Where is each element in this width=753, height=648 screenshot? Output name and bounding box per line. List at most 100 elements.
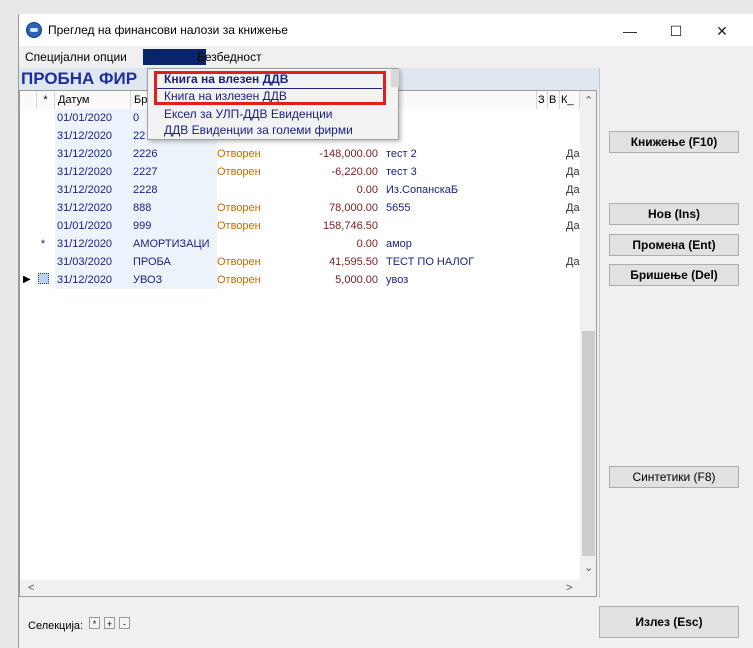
row-status: Отворен: [217, 274, 261, 286]
select-minus-button[interactable]: -: [119, 617, 130, 629]
scroll-left-arrow-icon[interactable]: <: [28, 582, 34, 594]
title-bar: Преглед на финансови налози за книжење —…: [19, 14, 753, 46]
row-date: 31/12/2020: [55, 163, 133, 181]
row-date: 31/12/2020: [55, 235, 133, 253]
company-name: ПРОБНА ФИР: [21, 69, 138, 88]
scroll-up-arrow-icon[interactable]: ⌃: [584, 94, 593, 107]
exit-button[interactable]: Излез (Esc): [599, 606, 739, 638]
row-date: 31/12/2020: [55, 127, 133, 145]
row-date: 01/01/2020: [55, 217, 133, 235]
row-description: [384, 109, 536, 127]
new-button[interactable]: Нов (Ins): [609, 203, 739, 225]
current-row-arrow-icon: ▶: [23, 274, 31, 285]
table-row[interactable]: 31/12/2020 888 Отворен 78,000.00 5655 Да: [20, 199, 580, 217]
row-description: [384, 217, 536, 235]
row-amount: -148,000.00: [319, 148, 378, 160]
window-title: Преглед на финансови налози за книжење: [48, 23, 288, 37]
row-amount: 41,595.50: [329, 256, 378, 268]
row-date: 31/12/2020: [55, 271, 133, 289]
row-mark: [37, 163, 49, 181]
select-all-button[interactable]: *: [89, 617, 100, 629]
table-row[interactable]: 31/03/2020 ПРОБА Отворен 41,595.50 ТЕСТ …: [20, 253, 580, 271]
row-mark: [37, 199, 49, 217]
table-row-current[interactable]: ▶ 31/12/2020 УВОЗ Отворен 5,000.00 увоз: [20, 271, 580, 289]
dropdown-scroll-tab: [391, 69, 399, 87]
row-description: тест 3: [386, 166, 417, 178]
row-amount: 0.00: [356, 184, 378, 196]
row-status: Отворен: [217, 220, 261, 232]
scroll-down-arrow-icon[interactable]: ⌄: [584, 561, 593, 574]
delete-button[interactable]: Бришење (Del): [609, 264, 739, 286]
row-date: 01/01/2020: [55, 109, 133, 127]
vertical-scroll-thumb[interactable]: [582, 331, 595, 556]
horizontal-scrollbar[interactable]: [20, 580, 596, 596]
table-row[interactable]: 31/12/2020 2227 Отворен -6,220.00 тест 3…: [20, 163, 580, 181]
row-k: Да: [566, 166, 580, 178]
row-description: 5655: [386, 202, 411, 214]
orders-grid[interactable]: * Датум Бр ис З В К_ 01/01/2020 0 31/12/…: [19, 90, 597, 597]
row-k: Да: [566, 256, 580, 268]
menu-item-excel-vat-records[interactable]: Ексел за УЛП-ДДВ Евиденции: [164, 107, 333, 121]
row-status: Отворен: [217, 202, 261, 214]
menu-security[interactable]: Безбедност: [197, 50, 262, 64]
row-description: [384, 127, 536, 145]
row-date: 31/03/2020: [55, 253, 133, 271]
row-number: УВОЗ: [131, 271, 217, 289]
row-status: Отворен: [217, 166, 261, 178]
row-mark: [37, 217, 49, 235]
header-description[interactable]: ис: [383, 91, 537, 109]
row-mark: [37, 127, 49, 145]
row-selector-cell[interactable]: [38, 273, 49, 284]
row-description: ТЕСТ ПО НАЛОГ: [386, 256, 475, 268]
row-date: 31/12/2020: [55, 181, 133, 199]
row-status: Отворен: [217, 256, 261, 268]
row-number: ПРОБА: [131, 253, 217, 271]
row-number: 2228: [131, 181, 217, 199]
close-button[interactable]: ✕: [699, 20, 745, 42]
row-mark: [37, 109, 49, 127]
header-v[interactable]: В: [548, 91, 560, 109]
row-status: [215, 181, 295, 199]
table-row[interactable]: * 31/12/2020 АМОРТИЗАЦИ 0.00 амор: [20, 235, 580, 253]
table-row[interactable]: 01/01/2020 999 Отворен 158,746.50 Да: [20, 217, 580, 235]
menu-special-options[interactable]: Специјални опции: [25, 50, 127, 64]
row-k: Да: [566, 184, 580, 196]
row-status: Отворен: [217, 148, 261, 160]
row-mark: [37, 145, 49, 163]
row-number: 2226: [131, 145, 217, 163]
select-plus-button[interactable]: +: [104, 617, 115, 629]
row-amount: 5,000.00: [335, 274, 378, 286]
row-number: АМОРТИЗАЦИ: [131, 235, 217, 253]
menu-item-vat-records-large-firms[interactable]: ДДВ Евиденции за големи фирми: [164, 123, 353, 137]
maximize-button[interactable]: ☐: [653, 20, 699, 42]
scroll-right-arrow-icon[interactable]: >: [566, 582, 572, 594]
row-k: Да: [566, 148, 580, 160]
edit-button[interactable]: Промена (Ent): [609, 234, 739, 256]
row-k: [566, 235, 580, 253]
row-number: 2227: [131, 163, 217, 181]
row-date: 31/12/2020: [55, 199, 133, 217]
row-amount: -6,220.00: [331, 166, 378, 178]
row-k: [566, 271, 580, 289]
header-date[interactable]: Датум: [55, 91, 131, 109]
header-mark[interactable]: *: [37, 91, 55, 109]
header-indicator: [20, 91, 37, 109]
table-row[interactable]: 31/12/2020 2226 Отворен -148,000.00 тест…: [20, 145, 580, 163]
header-z[interactable]: З: [537, 91, 548, 109]
header-k[interactable]: К_: [560, 91, 580, 109]
row-description: увоз: [386, 274, 409, 286]
table-row[interactable]: 31/12/2020 2228 0.00 Из.СопанскаБ Да: [20, 181, 580, 199]
row-description: амор: [386, 238, 412, 250]
reports-dropdown-menu: Книга на влезен ДДВ Книга на излезен ДДВ…: [147, 68, 399, 140]
row-k: [566, 127, 580, 145]
synthetics-button[interactable]: Синтетики (F8): [609, 466, 739, 488]
row-date: 31/12/2020: [55, 145, 133, 163]
row-mark: *: [40, 238, 46, 250]
selection-label: Селекција:: [28, 620, 84, 632]
row-number: 999: [131, 217, 217, 235]
post-button[interactable]: Книжење (F10): [609, 131, 739, 153]
minimize-button[interactable]: —: [607, 20, 653, 42]
row-description: тест 2: [386, 148, 417, 160]
row-mark: [37, 253, 49, 271]
row-amount: 78,000.00: [329, 202, 378, 214]
